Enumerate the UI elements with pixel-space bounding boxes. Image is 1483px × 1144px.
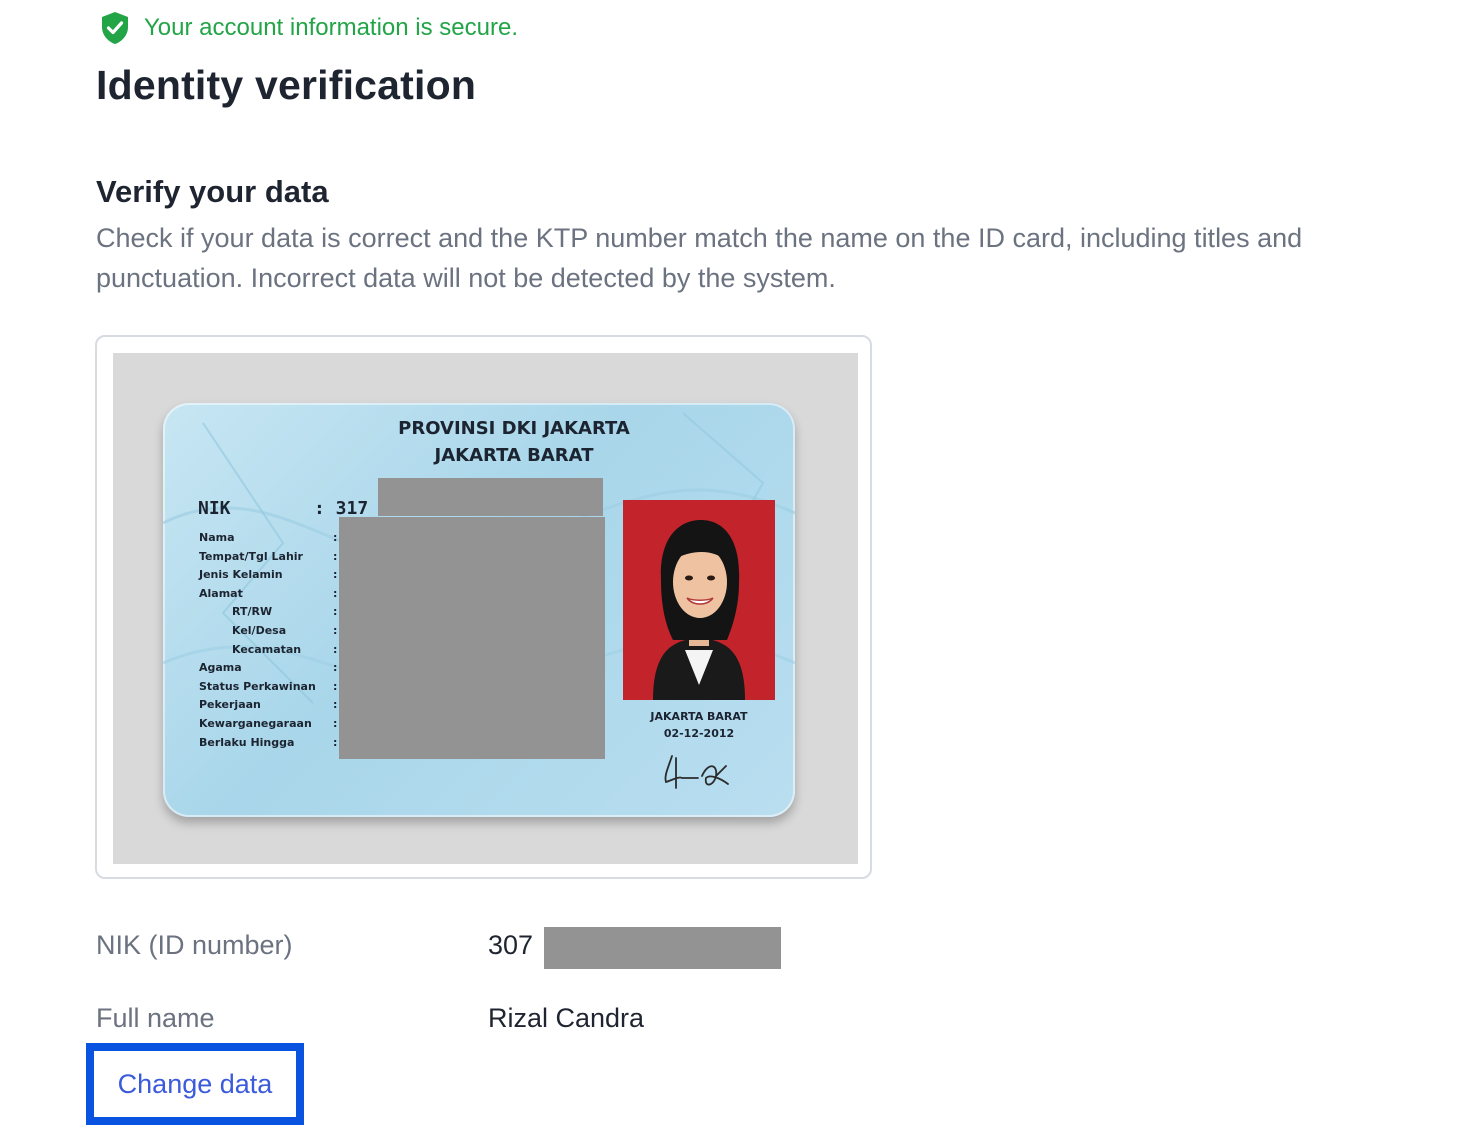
fullname-value: Rizal Candra [488, 1003, 645, 1033]
card-field-label: Nama [199, 529, 339, 548]
section-title: Verify your data [96, 174, 329, 209]
redacted-nik [378, 478, 603, 516]
secure-notice-text: Your account information is secure. [144, 14, 518, 41]
ktp-card: PROVINSI DKI JAKARTA JAKARTA BARAT NIK : … [163, 403, 795, 817]
change-data-link[interactable]: Change data [118, 1069, 273, 1100]
card-issue-city: JAKARTA BARAT [650, 710, 748, 723]
page-title: Identity verification [96, 62, 477, 108]
card-field-label: RT/RW [199, 603, 339, 622]
card-field-label: Pekerjaan [199, 696, 339, 715]
card-nik-value: : 317 [314, 498, 369, 519]
portrait-photo [623, 500, 775, 700]
card-field-label: Status Perkawinan [199, 678, 339, 697]
card-field-label: Kewarganegaraan [199, 715, 339, 734]
card-field-label: Jenis Kelamin [199, 566, 339, 585]
change-data-highlight: Change data [86, 1043, 304, 1125]
card-nik-label: NIK [198, 498, 231, 519]
card-field-label: Agama [199, 659, 339, 678]
nik-label: NIK (ID number) [96, 930, 293, 960]
card-field-label: Kecamatan [199, 641, 339, 660]
nik-value: 307 [488, 930, 534, 960]
card-nik-line: NIK : 317 [198, 498, 368, 519]
card-issue-date: 02-12-2012 [663, 727, 735, 740]
card-field-label: Berlaku Hingga [199, 734, 339, 753]
card-city: JAKARTA BARAT [434, 445, 594, 466]
redacted-personal-data [339, 517, 605, 759]
portrait-illustration [623, 500, 775, 700]
id-card-image-frame: PROVINSI DKI JAKARTA JAKARTA BARAT NIK : … [95, 335, 872, 879]
section-description: Check if your data is correct and the KT… [96, 223, 1303, 293]
redacted-nik-value [544, 927, 781, 969]
signature [664, 755, 729, 789]
secure-notice: Your account information is secure. [100, 10, 518, 46]
card-field-label: Kel/Desa [199, 622, 339, 641]
card-field-list: Nama Tempat/Tgl Lahir Jenis Kelamin Alam… [199, 529, 339, 752]
card-province: PROVINSI DKI JAKARTA [398, 418, 630, 439]
card-field-label: Alamat [199, 585, 339, 604]
id-card-photo: PROVINSI DKI JAKARTA JAKARTA BARAT NIK : … [113, 353, 858, 864]
card-field-label: Tempat/Tgl Lahir [199, 548, 339, 567]
fullname-label: Full name [96, 1003, 215, 1033]
shield-check-icon [102, 12, 128, 44]
